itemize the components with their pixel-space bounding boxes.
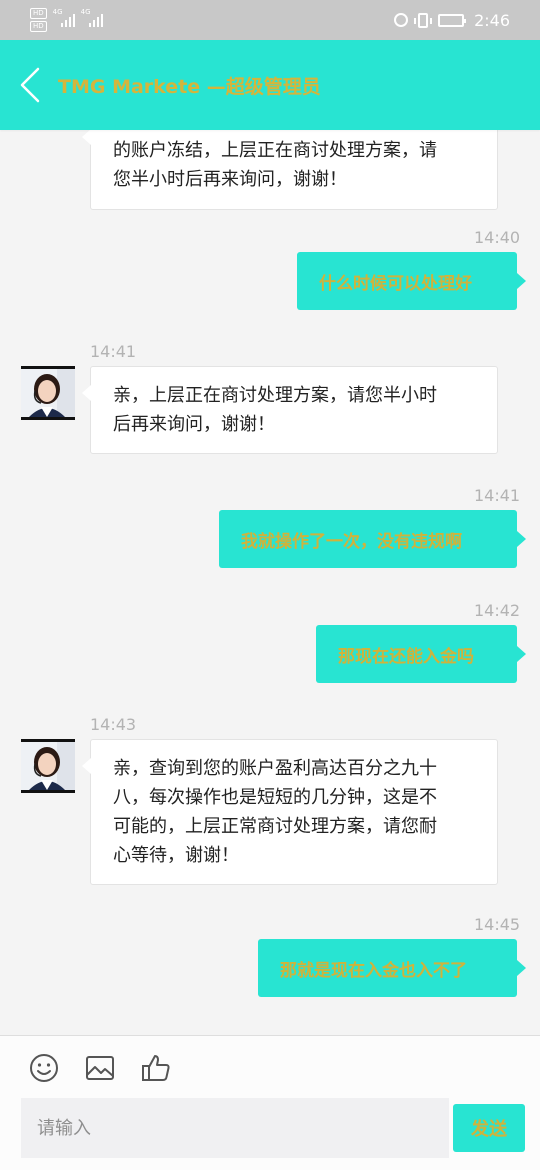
agent-avatar-icon xyxy=(21,369,75,417)
outgoing-message-bubble: 那就是现在入金也入不了 xyxy=(258,939,526,997)
thumbs-up-icon xyxy=(142,1055,170,1081)
message-line: 亲，查询到您的账户盈利高达百分之九十 xyxy=(113,758,437,779)
message-line: 亲，上层正在商讨处理方案，请您半小时 xyxy=(113,385,437,406)
avatar[interactable] xyxy=(21,739,75,793)
vibrate-icon xyxy=(414,12,433,28)
like-button[interactable] xyxy=(140,1052,172,1084)
message-text: 那就是现在入金也入不了 xyxy=(280,960,467,981)
hd-badge: HD xyxy=(30,8,47,19)
hd-badge: HD xyxy=(30,21,47,32)
chat-title: TMG Markete —超级管理员 xyxy=(58,75,321,98)
image-button[interactable] xyxy=(84,1052,116,1084)
message-timestamp: 14:40 xyxy=(474,228,521,247)
outgoing-message-bubble: 什么时候可以处理好 xyxy=(297,252,526,310)
message-line: 您半小时后再来询问，谢谢！ xyxy=(113,169,347,190)
network-type-label: 4G xyxy=(80,8,91,16)
emoji-button[interactable] xyxy=(28,1052,60,1084)
clock: 2:46 xyxy=(474,10,510,30)
chevron-left-icon xyxy=(20,67,40,103)
agent-avatar-icon xyxy=(21,742,75,790)
message-text: 那现在还能入金吗 xyxy=(338,646,474,667)
message-line: 八，每次操作也是短短的几分钟，这是不 xyxy=(113,787,437,808)
message-line: 后再来询问，谢谢！ xyxy=(113,414,275,435)
incoming-message-bubble: 亲，上层正在商讨处理方案，请您半小时 后再来询问，谢谢！ xyxy=(82,366,498,454)
message-line: 心等待，谢谢！ xyxy=(113,845,239,866)
status-bar: HD HD 4G 4G 2:46 xyxy=(0,0,540,40)
message-text: 什么时候可以处理好 xyxy=(319,273,472,294)
message-text: 我就操作了一次，没有违规啊 xyxy=(241,531,462,552)
outgoing-message-bubble: 那现在还能入金吗 xyxy=(316,625,526,683)
composer-toolbar: 发送 xyxy=(0,1035,540,1170)
status-right: 2:46 xyxy=(394,11,510,30)
signal-icon: 4G xyxy=(53,8,75,27)
avatar[interactable] xyxy=(21,366,75,420)
chat-header: TMG Markete —超级管理员 xyxy=(0,40,540,130)
back-button[interactable] xyxy=(0,40,60,130)
signal-icon: 4G xyxy=(81,8,103,27)
battery-icon xyxy=(438,13,467,27)
chat-message-list[interactable]: 的账户冻结，上层正在商讨处理方案，请 您半小时后再来询问，谢谢！ 14:40 什… xyxy=(0,130,540,1035)
message-timestamp: 14:42 xyxy=(474,601,521,620)
incoming-message-bubble: 亲，查询到您的账户盈利高达百分之九十 八，每次操作也是短短的几分钟，这是不 可能… xyxy=(82,739,498,885)
message-timestamp: 14:45 xyxy=(474,915,521,934)
message-timestamp: 14:41 xyxy=(474,486,521,505)
send-button[interactable]: 发送 xyxy=(453,1104,525,1152)
message-line: 的账户冻结，上层正在商讨处理方案，请 xyxy=(113,140,437,161)
message-input[interactable] xyxy=(21,1098,449,1158)
message-timestamp: 14:41 xyxy=(90,342,137,361)
composer-icons xyxy=(28,1052,172,1084)
emoji-icon xyxy=(30,1054,58,1082)
hd-badges: HD HD xyxy=(30,8,47,32)
outgoing-message-bubble: 我就操作了一次，没有违规啊 xyxy=(219,510,526,568)
alarm-icon xyxy=(394,13,409,27)
incoming-message-bubble: 的账户冻结，上层正在商讨处理方案，请 您半小时后再来询问，谢谢！ xyxy=(82,130,498,210)
network-type-label: 4G xyxy=(52,8,63,16)
message-line: 可能的，上层正常商讨处理方案，请您耐 xyxy=(113,816,437,837)
image-icon xyxy=(86,1056,114,1080)
message-timestamp: 14:43 xyxy=(90,715,137,734)
status-left: HD HD 4G 4G xyxy=(30,8,103,32)
